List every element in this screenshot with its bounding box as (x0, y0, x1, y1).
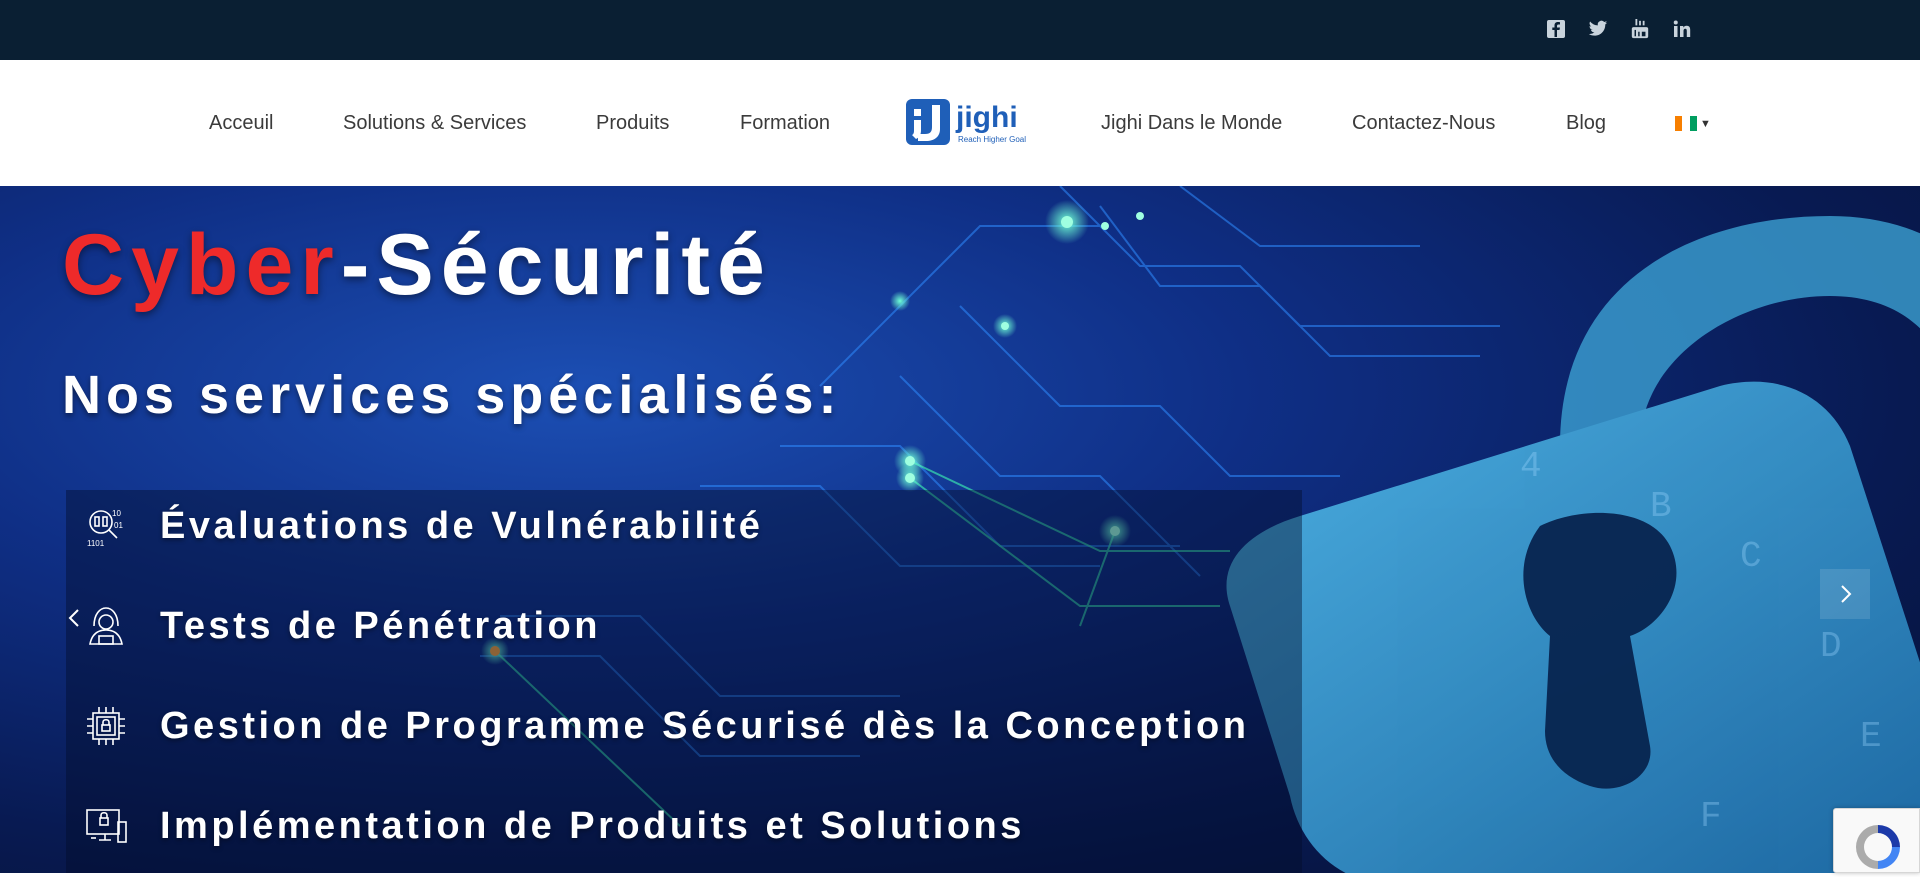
linkedin-icon[interactable] (1671, 18, 1693, 40)
chip-lock-icon (84, 704, 128, 748)
slider-prev-button[interactable] (50, 593, 100, 643)
youtube-icon[interactable] (1629, 18, 1651, 40)
facebook-icon[interactable] (1545, 18, 1567, 40)
hero-subtitle: Nos services spécialisés: (62, 365, 842, 425)
svg-text:4: 4 (1520, 446, 1542, 487)
nav-solutions-services[interactable]: Solutions & Services (343, 112, 526, 135)
service-label: Gestion de Programme Sécurisé dès la Con… (160, 704, 1250, 747)
hero-title-white: -Sécurité (340, 217, 772, 313)
nav-blog[interactable]: Blog (1566, 112, 1606, 135)
chevron-right-icon (1841, 585, 1852, 603)
service-label: Implémentation de Produits et Solutions (160, 804, 1025, 847)
recaptcha-icon (1856, 825, 1900, 869)
service-item: Implémentation de Produits et Solutions (84, 804, 1025, 848)
hero-title: Cyber-Sécurité (62, 216, 772, 315)
nav-produits[interactable]: Produits (596, 112, 669, 135)
logo-tagline: Reach Higher Goals (958, 135, 1026, 144)
slider-next-button[interactable] (1820, 569, 1870, 619)
language-selector[interactable]: ▼ (1675, 116, 1711, 131)
svg-text:10: 10 (112, 509, 121, 518)
nav-contactez-nous[interactable]: Contactez-Nous (1352, 112, 1495, 135)
svg-text:01: 01 (114, 521, 123, 530)
caret-down-icon: ▼ (1700, 117, 1711, 130)
hero-title-red: Cyber (62, 217, 341, 313)
svg-text:E: E (1860, 716, 1882, 757)
service-label: Évaluations de Vulnérabilité (160, 504, 764, 547)
service-item: 10 01 1101 Évaluations de Vulnérabilité (84, 504, 764, 549)
main-nav: Acceuil Solutions & Services Produits Fo… (0, 60, 1920, 186)
svg-text:C: C (1740, 536, 1762, 577)
nav-formation[interactable]: Formation (740, 112, 830, 135)
jighi-logo[interactable]: jighi Reach Higher Goals (906, 97, 1030, 147)
service-item: Tests de Pénétration (84, 604, 601, 648)
nav-acceuil[interactable]: Acceuil (209, 112, 273, 135)
social-links (1545, 18, 1693, 40)
monitor-lock-icon (84, 804, 128, 848)
top-bar (0, 0, 1920, 60)
svg-text:F: F (1700, 796, 1722, 837)
hero-slider: B C 4 D E F Cyber-Sécurité Nos services … (0, 186, 1920, 873)
svg-text:1101: 1101 (87, 539, 105, 548)
service-label: Tests de Pénétration (160, 604, 601, 647)
chevron-left-icon (68, 609, 79, 627)
svg-text:D: D (1820, 626, 1842, 667)
flag-icon (1675, 116, 1697, 131)
recaptcha-badge[interactable] (1833, 808, 1920, 873)
binary-scan-icon: 10 01 1101 (84, 504, 128, 548)
twitter-icon[interactable] (1587, 18, 1609, 40)
svg-text:B: B (1650, 486, 1672, 527)
nav-jighi-dans-le-monde[interactable]: Jighi Dans le Monde (1101, 112, 1282, 135)
logo-wordmark: jighi (955, 101, 1018, 134)
service-item: Gestion de Programme Sécurisé dès la Con… (84, 704, 1249, 748)
